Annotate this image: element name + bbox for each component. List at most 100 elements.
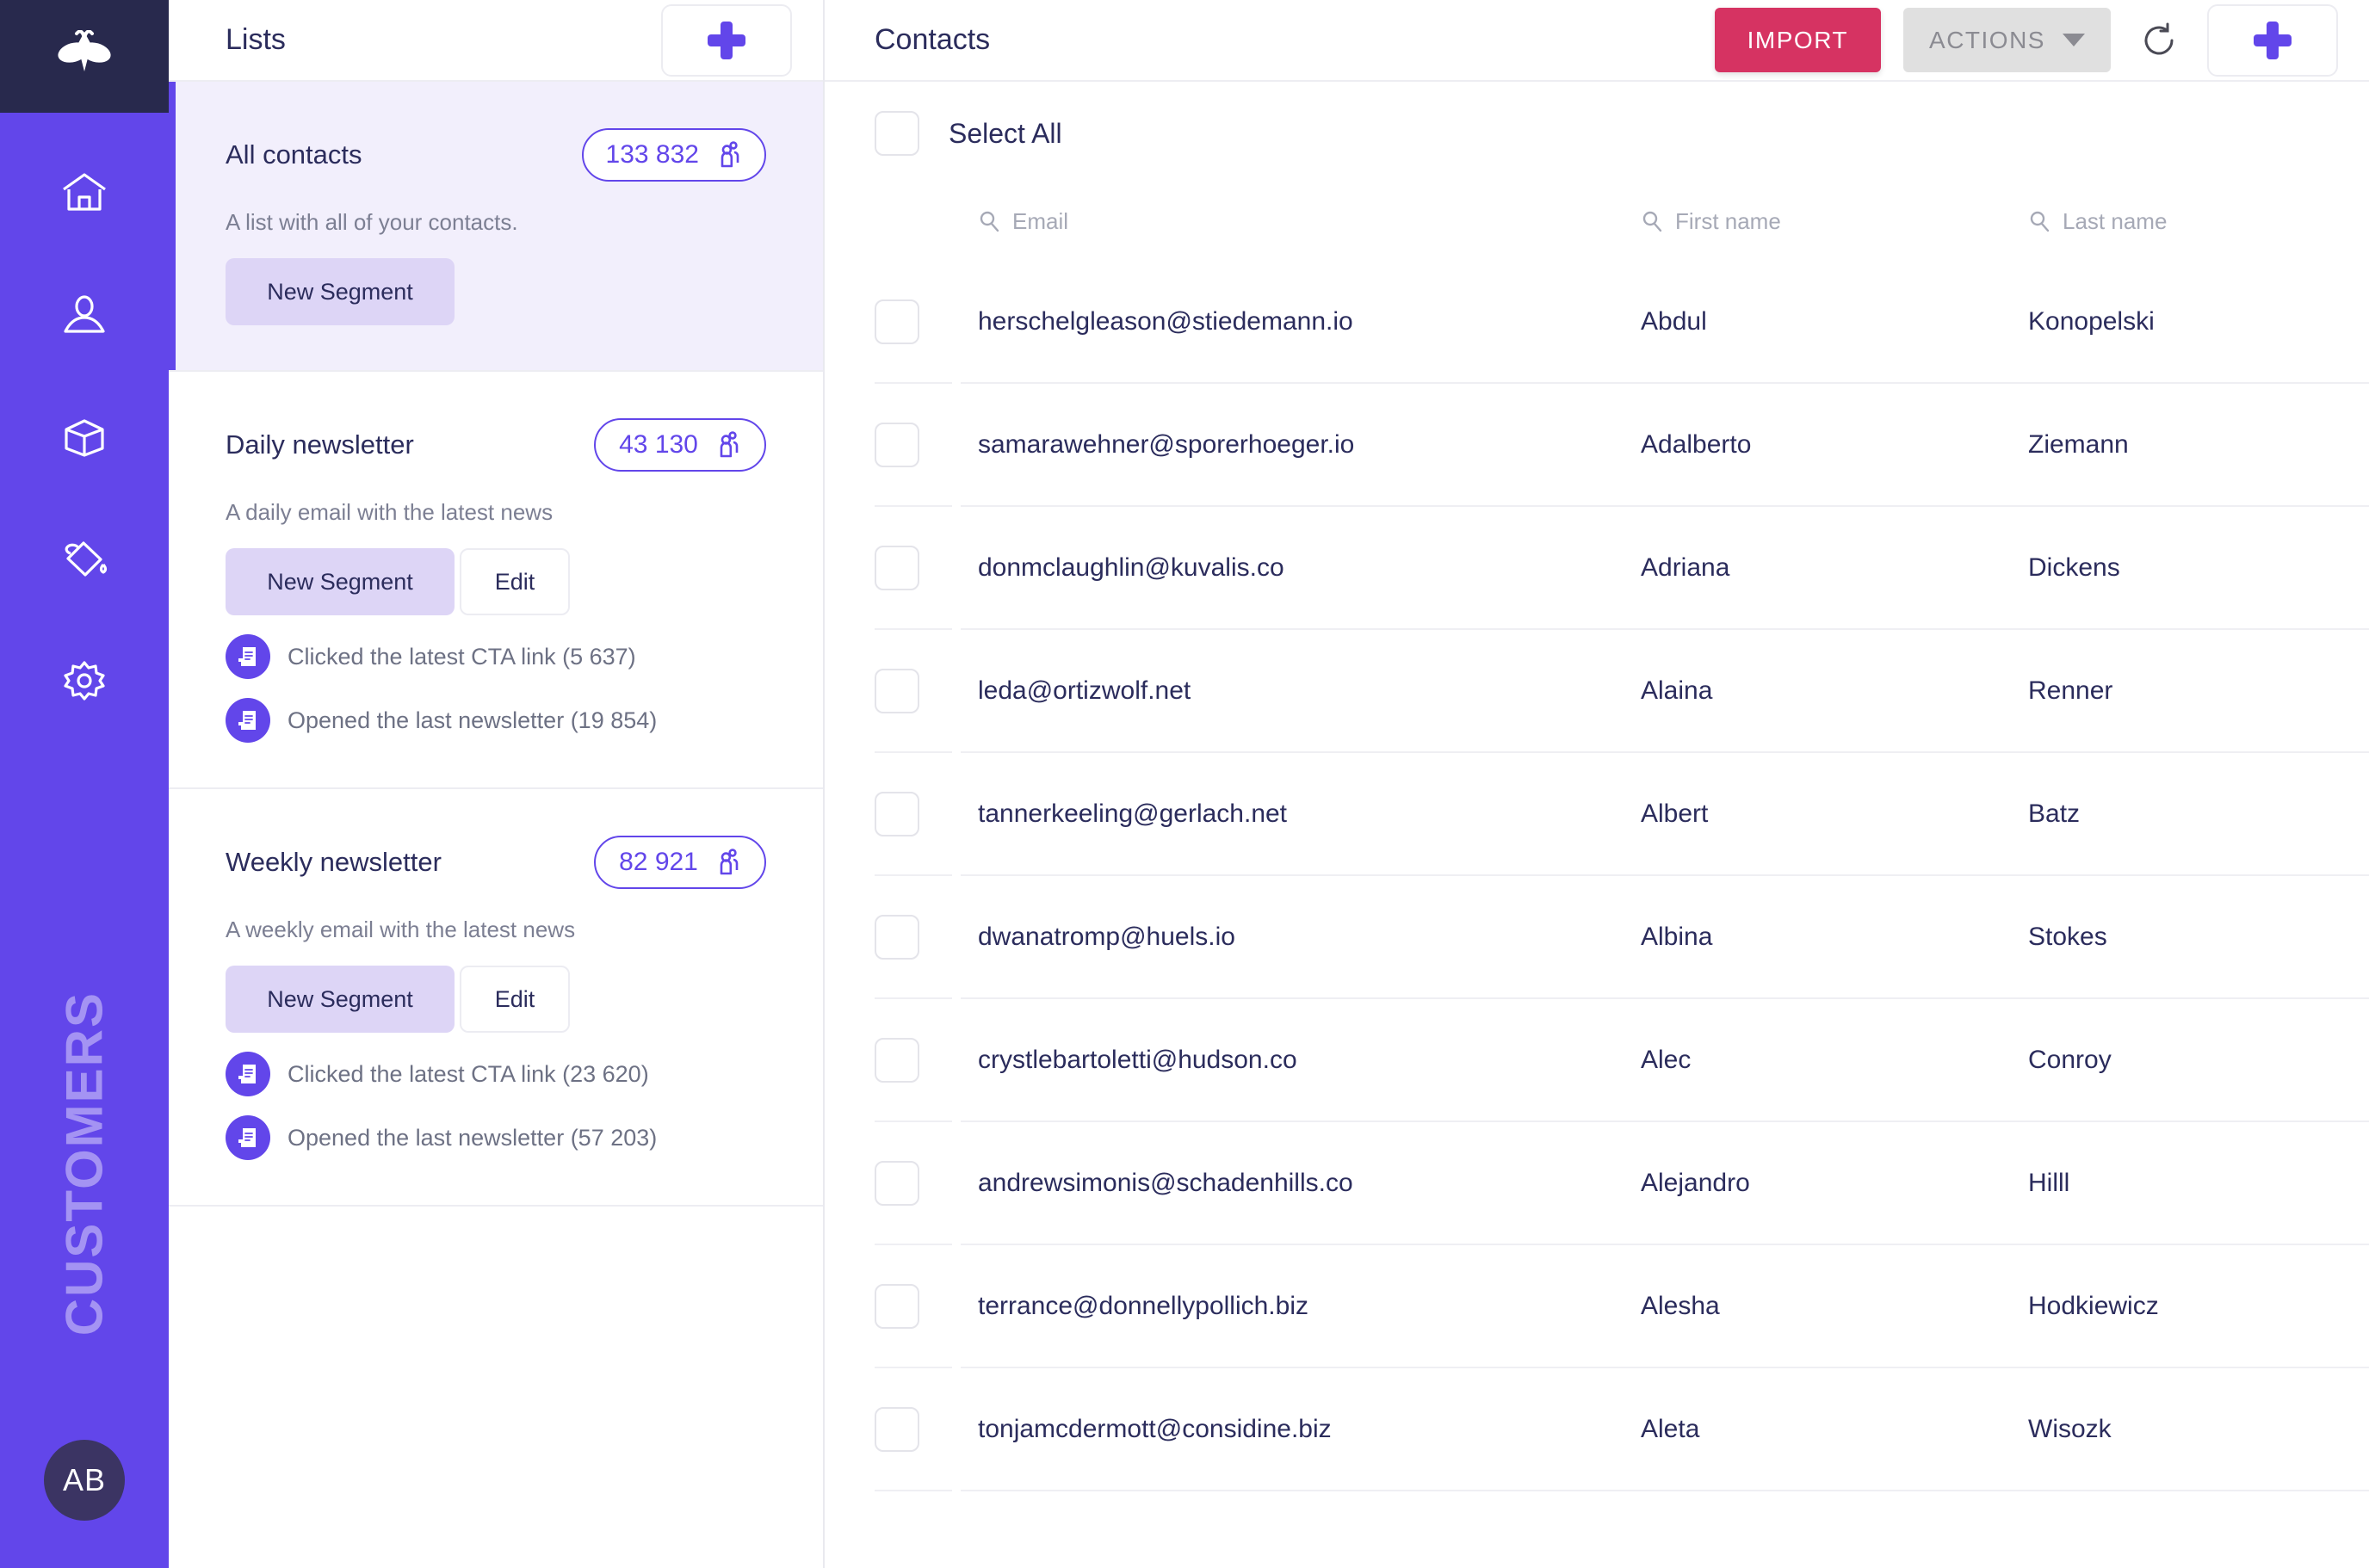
table-row[interactable]: dwanatromp@huels.ioAlbinaStokes (825, 876, 2369, 999)
sidebar-item-design[interactable] (45, 519, 124, 598)
column-header-last-name[interactable]: Last name (2011, 182, 2369, 261)
table-row[interactable]: herschelgleason@stiedemann.ioAbdulKonope… (825, 261, 2369, 384)
list-description: A weekly email with the latest news (226, 917, 766, 943)
sidebar-item-home[interactable] (45, 152, 124, 231)
cell-last-name: Hilll (2011, 1122, 2369, 1245)
new-segment-button[interactable]: New Segment (226, 548, 455, 615)
refresh-icon (2139, 21, 2179, 60)
lists-body: All contacts133 832A list with all of yo… (169, 82, 823, 1344)
cell-email: herschelgleason@stiedemann.io (961, 261, 1624, 384)
sidebar-item-contacts[interactable] (45, 275, 124, 354)
actions-dropdown-button[interactable]: ACTIONS (1903, 8, 2111, 72)
edit-list-button[interactable]: Edit (460, 966, 570, 1033)
table-row[interactable]: terrance@donnellypollich.bizAleshaHodkie… (825, 1245, 2369, 1368)
sidebar-item-products[interactable] (45, 397, 124, 476)
email-value: tonjamcdermott@considine.biz (978, 1415, 1332, 1444)
select-all-row[interactable]: Select All (825, 82, 2369, 182)
table-row[interactable]: crystlebartoletti@hudson.co Alec Conroy (825, 999, 2369, 1122)
row-checkbox[interactable] (875, 1038, 919, 1083)
row-checkbox[interactable] (875, 546, 919, 590)
table-row[interactable]: andrewsimonis@schadenhills.coAlejandroHi… (825, 1122, 2369, 1245)
segment-icon (235, 1061, 261, 1087)
cell-first-name: Alaina (1624, 630, 2011, 753)
email-value: donmclaughlin@kuvalis.co (978, 553, 1284, 583)
list-count-value: 133 832 (606, 140, 699, 170)
email-value: terrance@donnellypollich.biz (978, 1292, 1308, 1321)
first-name-value: Alaina (1641, 676, 1712, 706)
cell-email: dwanatromp@huels.io (961, 876, 1624, 999)
avatar[interactable]: AB (44, 1440, 125, 1521)
refresh-button[interactable] (2133, 15, 2185, 66)
row-checkbox[interactable] (875, 669, 919, 713)
cell-last-name: Batz (2011, 753, 2369, 876)
cell-first-name: Albina (1624, 876, 2011, 999)
cell-email: crystlebartoletti@hudson.co (961, 999, 1624, 1122)
box-icon (61, 414, 108, 459)
row-checkbox-cell (825, 1122, 961, 1245)
table-row[interactable]: samarawehner@sporerhoeger.ioAdalbertoZie… (825, 384, 2369, 507)
rail-nav-list (45, 113, 124, 720)
list-count-value: 82 921 (619, 848, 698, 877)
cell-email: terrance@donnellypollich.biz (961, 1245, 1624, 1368)
edit-list-button[interactable]: Edit (460, 548, 570, 615)
list-count-pill[interactable]: 133 832 (582, 128, 766, 182)
cell-email: andrewsimonis@schadenhills.co (961, 1122, 1624, 1245)
row-checkbox[interactable] (875, 1161, 919, 1206)
lists-panel: Lists All contacts133 832A list with all… (169, 0, 825, 1568)
import-button[interactable]: IMPORT (1715, 8, 1881, 72)
row-checkbox-cell (825, 1368, 961, 1491)
table-row[interactable]: tannerkeeling@gerlach.netAlbertBatz (825, 753, 2369, 876)
select-all-checkbox[interactable] (875, 111, 919, 156)
row-checkbox[interactable] (875, 1284, 919, 1329)
last-name-value: Renner (2028, 676, 2112, 706)
search-icon (978, 210, 1000, 232)
row-checkbox[interactable] (875, 299, 919, 344)
list-description: A list with all of your contacts. (226, 209, 766, 236)
list-count-pill[interactable]: 43 130 (594, 418, 766, 472)
email-value: crystlebartoletti@hudson.co (978, 1046, 1297, 1075)
segment-row[interactable]: Opened the last newsletter (57 203) (226, 1115, 766, 1160)
list-count-pill[interactable]: 82 921 (594, 836, 766, 889)
contacts-panel: Contacts IMPORT ACTIONS (825, 0, 2369, 1568)
last-name-value: Hodkiewicz (2028, 1292, 2159, 1321)
row-checkbox[interactable] (875, 792, 919, 836)
segment-icon-badge (226, 698, 270, 743)
segment-icon (235, 644, 261, 670)
segment-row[interactable]: Clicked the latest CTA link (23 620) (226, 1052, 766, 1096)
new-segment-button[interactable]: New Segment (226, 258, 455, 325)
segment-row[interactable]: Clicked the latest CTA link (5 637) (226, 634, 766, 679)
table-row[interactable]: tonjamcdermott@considine.bizAletaWisozk (825, 1368, 2369, 1491)
cell-last-name: Hodkiewicz (2011, 1245, 2369, 1368)
segment-icon-badge (226, 1115, 270, 1160)
table-row[interactable]: leda@ortizwolf.netAlainaRenner (825, 630, 2369, 753)
list-description: A daily email with the latest news (226, 499, 766, 526)
last-name-value: Wisozk (2028, 1415, 2112, 1444)
first-name-value: Alec (1641, 1046, 1691, 1075)
add-list-button[interactable] (661, 4, 792, 77)
add-contact-button[interactable] (2207, 4, 2338, 77)
bee-logo-icon (56, 30, 113, 83)
table-row[interactable]: donmclaughlin@kuvalis.coAdrianaDickens (825, 507, 2369, 630)
list-card[interactable]: Weekly newsletter82 921A weekly email wi… (169, 789, 823, 1207)
new-segment-button[interactable]: New Segment (226, 966, 455, 1033)
user-icon (62, 292, 107, 336)
row-checkbox-cell (825, 999, 961, 1122)
page-title: Contacts (875, 23, 990, 57)
segment-icon (235, 707, 261, 733)
plus-icon (2254, 22, 2292, 59)
contacts-header: Contacts IMPORT ACTIONS (825, 0, 2369, 82)
row-checkbox[interactable] (875, 423, 919, 467)
sidebar-item-settings[interactable] (45, 641, 124, 720)
first-name-value: Adriana (1641, 553, 1729, 583)
app-logo[interactable] (0, 0, 169, 113)
row-checkbox[interactable] (875, 915, 919, 960)
row-checkbox[interactable] (875, 1407, 919, 1452)
list-card[interactable]: Daily newsletter43 130A daily email with… (169, 372, 823, 789)
row-checkbox-cell (825, 261, 961, 384)
cell-last-name: Conroy (2011, 999, 2369, 1122)
segment-row[interactable]: Opened the last newsletter (19 854) (226, 698, 766, 743)
column-header-email[interactable]: Email (961, 182, 1624, 261)
column-header-first-name[interactable]: First name (1624, 182, 2011, 261)
cell-last-name: Stokes (2011, 876, 2369, 999)
list-card[interactable]: All contacts133 832A list with all of yo… (169, 82, 823, 372)
